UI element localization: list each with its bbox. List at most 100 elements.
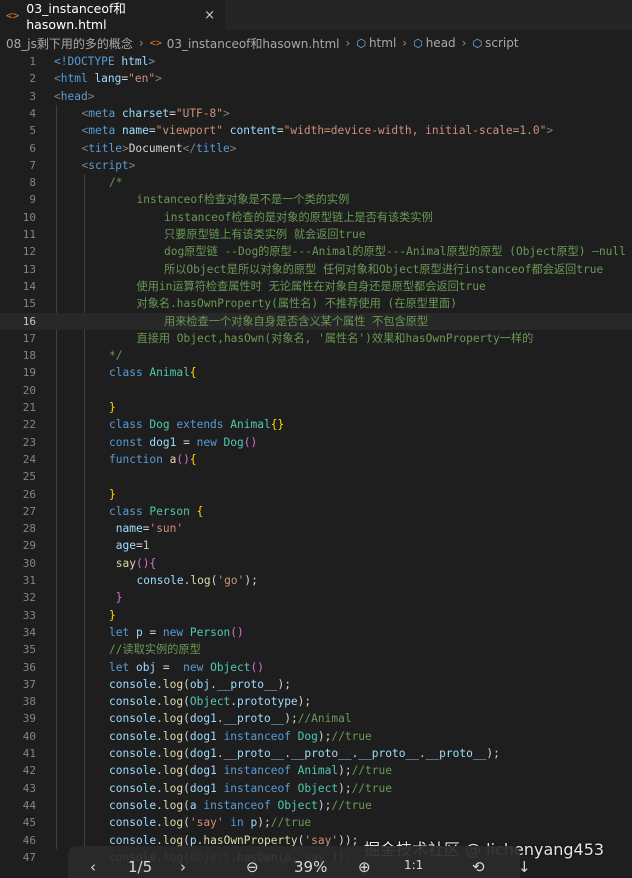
code-line[interactable]: 33} <box>0 607 632 624</box>
close-icon[interactable]: × <box>204 8 215 23</box>
rotate-button[interactable]: ⟲ <box>472 858 485 876</box>
breadcrumb-folder[interactable]: 08_js剩下用的多的概念 <box>6 35 133 52</box>
code-line[interactable]: 16 用来检查一个对象自身是否含义某个属性 不包含原型 <box>0 312 632 330</box>
code-token: 'sun' <box>149 522 184 536</box>
code-line[interactable]: 18 */ <box>0 347 632 364</box>
breadcrumb-file[interactable]: 03_instanceof和hasown.html <box>167 35 340 52</box>
code-line[interactable]: 8 /* <box>0 174 632 191</box>
code-line[interactable]: 6 <title>Document</title> <box>0 140 632 157</box>
code-token: extends <box>176 418 231 432</box>
breadcrumb-script[interactable]: script <box>485 36 518 50</box>
code-token: > <box>155 72 162 86</box>
code-token: > <box>223 106 230 120</box>
code-line[interactable]: 19 class Animal{ <box>0 364 632 381</box>
code-line[interactable]: 12 dog原型链 --Dog的原型---Animal的原型---Animal原型… <box>0 243 632 260</box>
line-number: 43 <box>22 781 36 795</box>
code-line[interactable]: 37 console.log(obj.__proto__); <box>0 676 632 693</box>
code-line[interactable]: 41 console.log(dog1.__proto__.__proto__._… <box>0 745 632 762</box>
code-token: ( <box>183 747 190 760</box>
line-number: 39 <box>22 712 36 726</box>
code-line[interactable]: 22 class Dog extends Animal{} <box>0 416 632 433</box>
code-text: <title>Document</title> <box>82 140 237 157</box>
code-token: Person <box>149 504 197 518</box>
code-line[interactable]: 2 <html lang="en"> <box>0 70 632 87</box>
line-number: 19 <box>22 366 36 380</box>
code-line[interactable]: 40 console.log(dog1 instanceof Dog);//tru… <box>0 728 632 745</box>
code-line[interactable]: 38 console.log(Object.prototype); <box>0 693 632 710</box>
breadcrumb-html[interactable]: html <box>369 36 396 50</box>
code-line[interactable]: 5 <meta name="viewport" content="width=de… <box>0 122 632 139</box>
code-line[interactable]: 44 console.log(a instanceof Object);//tru… <box>0 797 632 814</box>
code-line[interactable]: 23 const dog1 = new Dog() <box>0 434 632 451</box>
code-line[interactable]: 17 直接用 Object,hasOwn(对象名, '属性名')效果和hasOwn… <box>0 330 632 347</box>
code-line[interactable]: 27 class Person { <box>0 503 632 520</box>
code-text: class Dog extends Animal{} <box>109 416 284 433</box>
code-text: 对象名.hasOwnProperty(属性名) 不推荐使用 (在原型里面) <box>137 295 457 312</box>
code-token: instanceof <box>223 729 298 743</box>
code-token: __proto__ <box>223 712 285 726</box>
code-token: 使用in运算符检查属性时 无论属性在对象自身还是原型都会返回true <box>136 279 486 293</box>
code-line[interactable]: 4 <meta charset="UTF-8"> <box>0 105 632 122</box>
code-line[interactable]: 11 只要原型链上有该类实例 就会返回true <box>0 226 632 243</box>
line-number: 33 <box>22 608 36 622</box>
code-token: . <box>418 747 426 760</box>
code-token: //true <box>351 764 392 778</box>
breadcrumb-head[interactable]: head <box>426 36 456 50</box>
code-text: <head> <box>54 88 94 105</box>
code-line[interactable]: 7 <script> <box>0 157 632 174</box>
code-line[interactable]: 21} <box>0 399 632 416</box>
code-token: lang <box>94 72 122 86</box>
code-token: (){ <box>135 556 157 570</box>
code-token: ); <box>277 677 291 691</box>
code-line[interactable]: 10 instanceof检查的是对象的原型链上是否有该类实例 <box>0 209 632 226</box>
code-line[interactable]: 24 function a(){ <box>0 451 632 468</box>
code-token: > <box>121 141 129 155</box>
code-line[interactable]: 28 name='sun' <box>0 520 632 537</box>
prev-page-button[interactable]: ‹ <box>90 858 96 876</box>
code-line[interactable]: 15 对象名.hasOwnProperty(属性名) 不推荐使用 (在原型里面) <box>0 295 632 312</box>
code-line[interactable]: 45 console.log('say' in p);//true <box>0 814 632 831</box>
code-text: let p = new Person() <box>109 624 244 641</box>
code-token: log <box>162 677 184 691</box>
actual-size-button[interactable]: 1:1 <box>404 858 423 872</box>
code-token: log <box>190 574 211 587</box>
code-line[interactable]: 30 say(){ <box>0 555 632 572</box>
code-line[interactable]: 32 } <box>0 589 632 606</box>
code-line[interactable]: 20 <box>0 382 632 399</box>
code-line[interactable]: 34 let p = new Person() <box>0 624 632 641</box>
line-number: 8 <box>29 176 36 190</box>
code-line[interactable]: 26} <box>0 486 632 503</box>
zoom-out-button[interactable]: ⊖ <box>246 858 259 876</box>
code-token: in <box>230 816 251 830</box>
code-line[interactable]: 13 所以Object是所以对象的原型 任何对象和Object原型进行instan… <box>0 261 632 278</box>
code-line[interactable]: 14 使用in运算符检查属性时 无论属性在对象自身还是原型都会返回true <box>0 278 632 295</box>
code-token: new <box>183 660 211 674</box>
code-token: title <box>88 141 122 155</box>
code-token: content <box>229 124 277 138</box>
code-token: 所以Object是所以对象的原型 任何对象和Object原型进行instance… <box>164 262 604 276</box>
code-line[interactable]: 43 console.log(dog1 instanceof Object);//… <box>0 780 632 797</box>
code-line[interactable]: 9 instanceof检查对象是不是一个类的实例 <box>0 191 632 208</box>
code-text: 所以Object是所以对象的原型 任何对象和Object原型进行instance… <box>164 261 603 278</box>
code-token: ( <box>183 816 190 830</box>
code-line[interactable]: 29 age=1 <box>0 537 632 554</box>
zoom-in-button[interactable]: ⊕ <box>358 858 371 876</box>
code-line[interactable]: 3 <head> <box>0 88 632 105</box>
code-line[interactable]: 36 let obj = new Object() <box>0 659 632 676</box>
code-line[interactable]: 35 //读取实例的原型 <box>0 641 632 658</box>
download-button[interactable]: ↓ <box>518 858 531 876</box>
code-line[interactable]: 25 <box>0 468 632 485</box>
next-page-button[interactable]: › <box>180 858 186 876</box>
code-line[interactable]: 1 <!DOCTYPE html> <box>0 53 632 70</box>
code-text: console.log(obj.__proto__); <box>109 676 291 693</box>
code-token: console <box>109 816 157 830</box>
editor-tab[interactable]: <> 03_instanceof和hasown.html × <box>0 0 225 32</box>
code-token: = <box>276 124 284 138</box>
code-line[interactable]: 42 console.log(dog1 instanceof Animal);//… <box>0 762 632 779</box>
code-line[interactable]: 31 console.log('go'); <box>0 572 632 589</box>
code-line[interactable]: 39 console.log(dog1.__proto__);//Animal <box>0 710 632 727</box>
code-editor[interactable]: 1 <!DOCTYPE html> 2 <html lang="en"> 3 <head>… <box>0 52 632 878</box>
code-token: class <box>109 366 150 380</box>
